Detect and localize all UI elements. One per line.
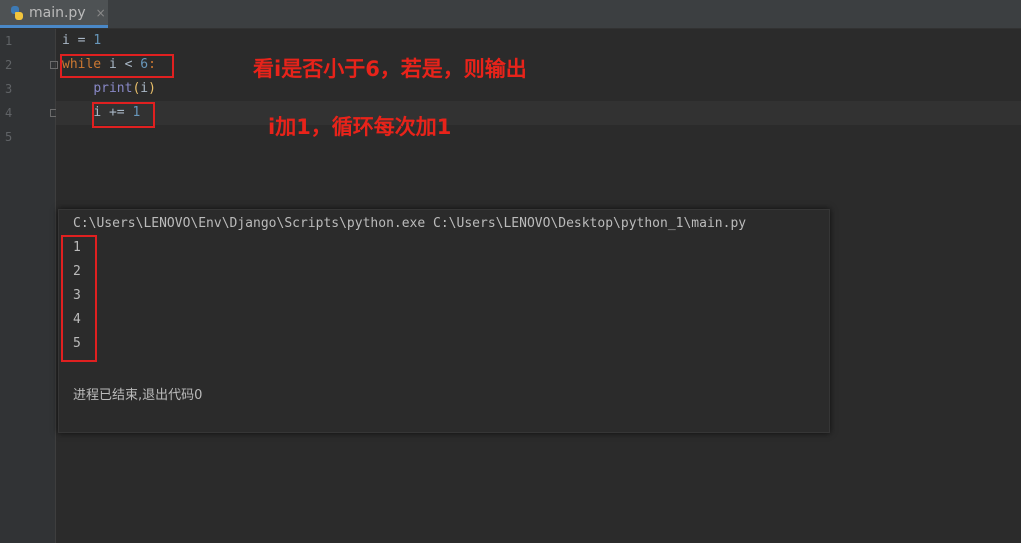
line-number-gutter: 1 2 3 4 5 (0, 29, 58, 543)
editor-tab-bar: main.py × (0, 0, 1021, 29)
line-number: 5 (5, 130, 13, 144)
console-command: C:\Users\LENOVO\Env\Django\Scripts\pytho… (73, 216, 747, 231)
line-number: 3 (5, 82, 13, 96)
current-line-highlight (56, 101, 1021, 125)
close-icon[interactable]: × (96, 6, 106, 20)
python-file-icon (10, 5, 24, 20)
annotation-condition: 看i是否小于6，若是，则输出 (253, 57, 527, 81)
line-number: 1 (5, 34, 13, 48)
code-token: 1 (93, 33, 102, 48)
code-line-3[interactable]: print(i) (62, 77, 156, 101)
code-token: ) (148, 81, 156, 96)
code-token: print (93, 81, 133, 96)
code-token: = (69, 33, 94, 48)
while-condition-highlight (60, 54, 174, 78)
annotation-increment: i加1，循环每次加1 (268, 115, 452, 139)
tab-label: main.py (29, 4, 86, 21)
output-highlight (61, 235, 97, 362)
increment-highlight (92, 102, 155, 128)
run-console[interactable]: C:\Users\LENOVO\Env\Django\Scripts\pytho… (58, 209, 830, 433)
console-exit-message: 进程已结束,退出代码0 (73, 388, 203, 403)
tab-main-py[interactable]: main.py × (0, 0, 108, 28)
code-line-1[interactable]: i = 1 (62, 29, 101, 53)
code-token: i (140, 81, 149, 96)
line-number: 2 (5, 58, 13, 72)
line-number: 4 (5, 106, 13, 120)
code-token: i (62, 33, 70, 48)
